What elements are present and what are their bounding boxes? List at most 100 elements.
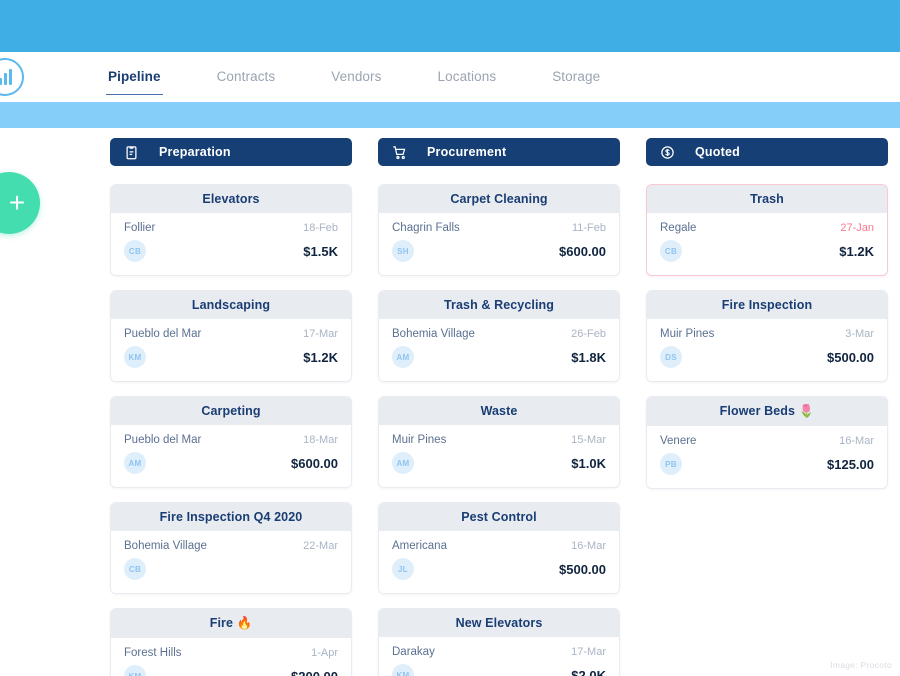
card-due-date: 15-Mar [571,434,606,446]
card-body: Regale 27-Jan CB $1.2K [647,213,887,275]
card-body: Darakay 17-Mar KM $2.0K [379,637,619,676]
card-vendor: Pueblo del Mar [124,328,202,340]
tab-locations[interactable]: Locations [438,69,497,91]
add-button[interactable]: + [0,172,40,234]
sub-banner [0,102,900,128]
tab-vendors[interactable]: Vendors [331,69,381,91]
card-footer-row: DS $500.00 [660,346,874,368]
card-due-date: 1-Apr [311,647,338,659]
card-body: Muir Pines 15-Mar AM $1.0K [379,425,619,487]
tab-storage[interactable]: Storage [552,69,600,91]
column-preparation: Preparation Elevators Follier 18-Feb CB $1.5K… [110,138,352,676]
card-body: Muir Pines 3-Mar DS $500.00 [647,319,887,381]
card-amount: $200.00 [291,668,338,676]
avatar[interactable]: KM [124,346,146,368]
card-footer-row: CB $1.5K [124,240,338,262]
pipeline-card[interactable]: New Elevators Darakay 17-Mar KM $2.0K [378,608,620,676]
card-meta-row: Chagrin Falls 11-Feb [392,222,606,234]
card-footer-row: AM $1.8K [392,346,606,368]
pipeline-board: Preparation Elevators Follier 18-Feb CB $1.5K… [110,138,890,676]
card-meta-row: Muir Pines 15-Mar [392,434,606,446]
card-due-date: 16-Mar [839,435,874,447]
card-title: Trash & Recycling [379,291,619,319]
column-procurement: Procurement Carpet Cleaning Chagrin Falls 1… [378,138,620,676]
card-footer-row: SH $600.00 [392,240,606,262]
card-title: Pest Control [379,503,619,531]
pipeline-card[interactable]: Carpeting Pueblo del Mar 18-Mar AM $600.00 [110,396,352,488]
tab-pipeline[interactable]: Pipeline [106,69,163,95]
pipeline-card[interactable]: Landscaping Pueblo del Mar 17-Mar KM $1.2K [110,290,352,382]
card-title: Trash [647,185,887,213]
avatar[interactable]: KM [392,664,414,676]
card-vendor: Americana [392,540,447,552]
card-title: Flower Beds 🌷 [647,397,887,426]
column-header[interactable]: Preparation [110,138,352,166]
card-vendor: Follier [124,222,156,234]
card-body: Pueblo del Mar 17-Mar KM $1.2K [111,319,351,381]
card-due-date: 11-Feb [571,222,606,234]
column-header[interactable]: Quoted [646,138,888,166]
avatar[interactable]: CB [660,240,682,262]
card-body: Bohemia Village 22-Mar CB [111,531,351,593]
navbar: Pipeline Contracts Vendors Locations Storage [0,52,900,102]
pipeline-card[interactable]: Trash Regale 27-Jan CB $1.2K [646,184,888,276]
avatar[interactable]: AM [392,346,414,368]
card-amount: $1.2K [839,243,874,259]
card-footer-row: PB $125.00 [660,453,874,475]
card-amount: $600.00 [291,455,338,471]
card-body: Venere 16-Mar PB $125.00 [647,426,887,488]
card-amount: $1.0K [571,455,606,471]
card-due-date: 18-Feb [303,222,338,234]
pipeline-card[interactable]: Pest Control Americana 16-Mar JL $500.00 [378,502,620,594]
dollar-circle-icon [660,145,685,160]
column-title: Preparation [159,145,231,159]
column-quoted: Quoted Trash Regale 27-Jan CB $1.2K Fire Inspe… [646,138,888,503]
card-title: Fire 🔥 [111,609,351,638]
card-title: Waste [379,397,619,425]
card-vendor: Pueblo del Mar [124,434,202,446]
top-banner [0,0,900,52]
avatar[interactable]: CB [124,240,146,262]
card-vendor: Bohemia Village [392,328,475,340]
avatar[interactable]: SH [392,240,414,262]
card-body: Bohemia Village 26-Feb AM $1.8K [379,319,619,381]
card-body: Americana 16-Mar JL $500.00 [379,531,619,593]
avatar[interactable]: CB [124,558,146,580]
card-title: Landscaping [111,291,351,319]
pipeline-card[interactable]: Waste Muir Pines 15-Mar AM $1.0K [378,396,620,488]
card-due-date: 26-Feb [571,328,606,340]
app-screen: Pipeline Contracts Vendors Locations Storage… [0,0,900,676]
card-due-date: 3-Mar [845,328,874,340]
avatar[interactable]: JL [392,558,414,580]
pipeline-card[interactable]: Carpet Cleaning Chagrin Falls 11-Feb SH $600… [378,184,620,276]
card-vendor: Darakay [392,646,435,658]
card-title: Carpeting [111,397,351,425]
card-meta-row: Regale 27-Jan [660,222,874,234]
pipeline-card[interactable]: Trash & Recycling Bohemia Village 26-Feb AM… [378,290,620,382]
shopping-cart-icon [392,145,417,160]
pipeline-card[interactable]: Fire Inspection Muir Pines 3-Mar DS $500.00 [646,290,888,382]
card-meta-row: Bohemia Village 22-Mar [124,540,338,552]
pipeline-card[interactable]: Elevators Follier 18-Feb CB $1.5K [110,184,352,276]
card-meta-row: Follier 18-Feb [124,222,338,234]
tab-contracts[interactable]: Contracts [217,69,276,91]
avatar[interactable]: KM [124,665,146,676]
avatar[interactable]: AM [392,452,414,474]
card-body: Pueblo del Mar 18-Mar AM $600.00 [111,425,351,487]
card-amount: $500.00 [827,349,874,365]
card-amount: $1.8K [571,349,606,365]
pipeline-card[interactable]: Fire Inspection Q4 2020 Bohemia Village 22… [110,502,352,594]
card-footer-row: KM $200.00 [124,665,338,676]
avatar[interactable]: AM [124,452,146,474]
avatar[interactable]: PB [660,453,682,475]
card-meta-row: Forest Hills 1-Apr [124,647,338,659]
card-vendor: Venere [660,435,697,447]
avatar[interactable]: DS [660,346,682,368]
card-amount: $1.5K [303,243,338,259]
column-header[interactable]: Procurement [378,138,620,166]
pipeline-card[interactable]: Fire 🔥 Forest Hills 1-Apr KM $200.00 [110,608,352,676]
card-amount: $125.00 [827,456,874,472]
clipboard-icon [124,145,149,160]
card-due-date: 22-Mar [303,540,338,552]
pipeline-card[interactable]: Flower Beds 🌷 Venere 16-Mar PB $125.00 [646,396,888,489]
